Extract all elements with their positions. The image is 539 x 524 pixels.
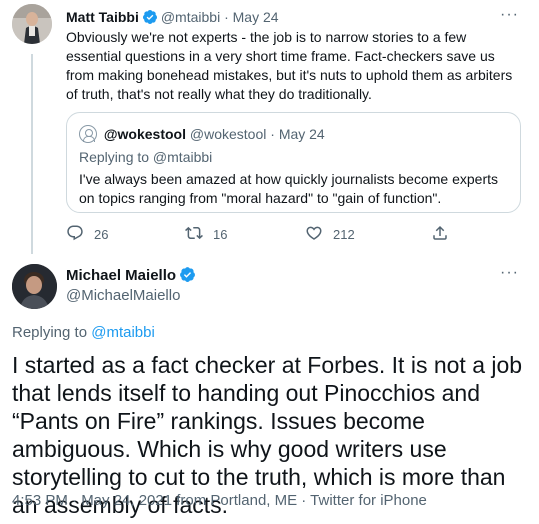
share-button[interactable] xyxy=(431,224,449,245)
quoted-author-handle: @wokestool xyxy=(189,126,267,142)
reply-icon xyxy=(66,224,84,245)
author-name[interactable]: Michael Maiello xyxy=(66,267,176,284)
more-icon[interactable]: ··· xyxy=(500,264,519,282)
tweet-date[interactable]: May 24 xyxy=(233,9,279,25)
quoted-author-name: @wokestool xyxy=(103,126,186,142)
share-icon xyxy=(431,224,449,245)
quoted-tweet[interactable]: @wokestool @wokestool · May 24 Replying … xyxy=(66,112,521,213)
replying-prefix: Replying to xyxy=(12,324,92,341)
default-avatar-icon xyxy=(79,125,97,143)
quoted-tweet-header: @wokestool @wokestool · May 24 xyxy=(79,125,325,143)
retweet-count: 16 xyxy=(213,227,228,242)
replying-to: Replying to @mtaibbi xyxy=(12,323,155,342)
like-button[interactable]: 212 xyxy=(305,224,355,245)
retweet-button[interactable]: 16 xyxy=(185,224,227,245)
quoted-tweet-date: May 24 xyxy=(278,126,325,142)
thread-connector-line xyxy=(31,54,33,254)
tweet-actions: 26 16 212 xyxy=(66,224,466,244)
retweet-icon xyxy=(185,224,203,245)
author-handle[interactable]: @MichaelMaiello xyxy=(66,286,180,305)
dot-separator: · xyxy=(224,9,229,25)
author-photo xyxy=(12,264,57,309)
reply-button[interactable]: 26 xyxy=(66,224,108,245)
author-name[interactable]: Matt Taibbi xyxy=(66,9,139,25)
verified-badge-icon xyxy=(179,266,196,288)
author-handle[interactable]: @mtaibbi xyxy=(161,9,220,25)
avatar[interactable] xyxy=(12,264,57,309)
tweet-meta[interactable]: 4:53 PM · May 24, 2021 from Portland, ME… xyxy=(12,491,427,510)
parent-tweet-header: Matt Taibbi @mtaibbi · May 24 xyxy=(66,8,279,29)
more-icon[interactable]: ··· xyxy=(500,6,519,24)
author-photo xyxy=(12,4,52,44)
like-icon xyxy=(305,224,323,245)
dot-separator: · xyxy=(270,126,275,142)
verified-badge-icon xyxy=(142,9,158,29)
like-count: 212 xyxy=(333,227,355,242)
quoted-tweet-text: I've always been amazed at how quickly j… xyxy=(79,171,498,206)
main-author-header: Michael Maiello xyxy=(66,266,199,288)
avatar[interactable] xyxy=(12,4,52,44)
replying-handle-link[interactable]: @mtaibbi xyxy=(91,324,155,341)
tweet-text: Obviously we're not experts - the job is… xyxy=(66,29,513,102)
quoted-replying-to: Replying to @mtaibbi xyxy=(79,149,213,165)
reply-count: 26 xyxy=(94,227,109,242)
parent-tweet[interactable]: Matt Taibbi @mtaibbi · May 24 ··· Obvious… xyxy=(0,0,539,254)
